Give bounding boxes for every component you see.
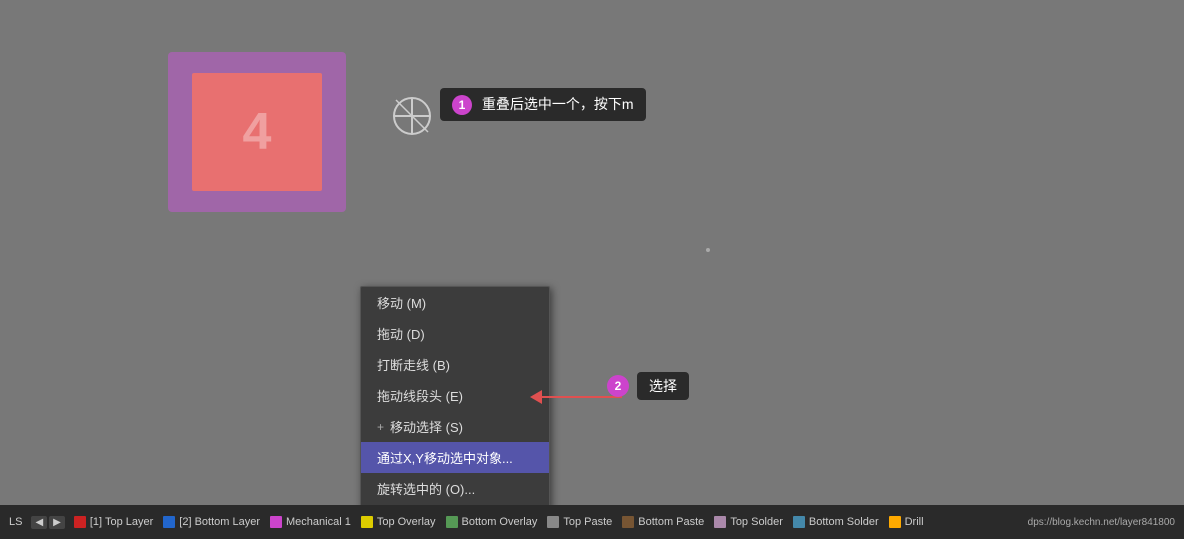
menu-item-move-select[interactable]: + 移动选择 (S) [361,411,549,442]
pcb-outer: 4 [168,52,346,212]
top-overlay-label: Top Overlay [377,516,436,528]
tooltip-badge-1: 1 [452,95,472,115]
status-top-solder[interactable]: Top Solder [709,516,788,528]
top-solder-label: Top Solder [730,516,783,528]
menu-item-drag[interactable]: 拖动 (D) [361,318,549,349]
right-text-label: dps://blog.kechn.net/layer841800 [1028,517,1175,528]
status-top-overlay[interactable]: Top Overlay [356,516,441,528]
tooltip-1: 1 重叠后选中一个，按下m [440,88,646,121]
menu-item-move-xy[interactable]: 通过X,Y移动选中对象... [361,442,549,473]
status-right-text: dps://blog.kechn.net/layer841800 [1023,517,1180,528]
status-mechanical[interactable]: Mechanical 1 [265,516,356,528]
context-menu: 移动 (M) 拖动 (D) 打断走线 (B) 拖动线段头 (E) + 移动选择 … [360,286,550,536]
bottom-overlay-color [446,516,458,528]
status-top-layer[interactable]: [1] Top Layer [69,516,158,528]
top-paste-color [547,516,559,528]
badge-2: 2 选择 [607,372,689,400]
menu-item-move-select-label: 移动选择 (S) [390,417,463,436]
top-layer-label: [1] Top Layer [90,516,153,528]
bottom-overlay-label: Bottom Overlay [462,516,538,528]
status-drill[interactable]: Drill [884,516,929,528]
badge-2-circle: 2 [607,375,629,397]
status-ls: LS [4,516,27,528]
bottom-layer-label: [2] Bottom Layer [179,516,260,528]
badge-2-label: 选择 [637,372,689,400]
nav-next[interactable]: ▶ [49,516,65,529]
menu-item-break[interactable]: 打断走线 (B) [361,349,549,380]
bottom-paste-color [622,516,634,528]
status-nav: ◀ ▶ [27,516,68,529]
top-paste-label: Top Paste [563,516,612,528]
menu-item-drag-label: 拖动 (D) [377,324,425,343]
mechanical-label: Mechanical 1 [286,516,351,528]
menu-item-drag-end[interactable]: 拖动线段头 (E) [361,380,549,411]
menu-item-rotate-label: 旋转选中的 (O)... [377,479,475,498]
canvas-area: 4 1 重叠后选中一个，按下m 移动 (M) 拖动 (D) 打断走线 (B) 拖… [0,0,1184,505]
canvas-dot [706,248,710,252]
menu-item-move-label: 移动 (M) [377,293,426,312]
crosshair-symbol [390,94,434,138]
plus-icon: + [377,420,384,434]
bottom-layer-color [163,516,175,528]
pcb-component: 4 [168,52,346,212]
top-solder-color [714,516,726,528]
pcb-inner: 4 [192,73,322,191]
pcb-number: 4 [243,102,272,162]
status-bottom-overlay[interactable]: Bottom Overlay [441,516,543,528]
drill-color [889,516,901,528]
bottom-paste-label: Bottom Paste [638,516,704,528]
status-bottom-paste[interactable]: Bottom Paste [617,516,709,528]
ls-label: LS [9,516,22,528]
menu-item-move-xy-label: 通过X,Y移动选中对象... [377,448,513,467]
arrow-head [530,390,542,404]
nav-prev[interactable]: ◀ [31,516,47,529]
status-bottom-layer[interactable]: [2] Bottom Layer [158,516,265,528]
menu-item-move[interactable]: 移动 (M) [361,287,549,318]
drill-label: Drill [905,516,924,528]
mechanical-color [270,516,282,528]
top-overlay-color [361,516,373,528]
status-bottom-solder[interactable]: Bottom Solder [788,516,884,528]
menu-item-drag-end-label: 拖动线段头 (E) [377,386,463,405]
status-bar: LS ◀ ▶ [1] Top Layer [2] Bottom Layer Me… [0,505,1184,539]
menu-item-rotate[interactable]: 旋转选中的 (O)... [361,473,549,504]
bottom-solder-color [793,516,805,528]
bottom-solder-label: Bottom Solder [809,516,879,528]
menu-item-break-label: 打断走线 (B) [377,355,450,374]
top-layer-color [74,516,86,528]
status-top-paste[interactable]: Top Paste [542,516,617,528]
tooltip-1-text: 重叠后选中一个，按下m [482,96,634,112]
